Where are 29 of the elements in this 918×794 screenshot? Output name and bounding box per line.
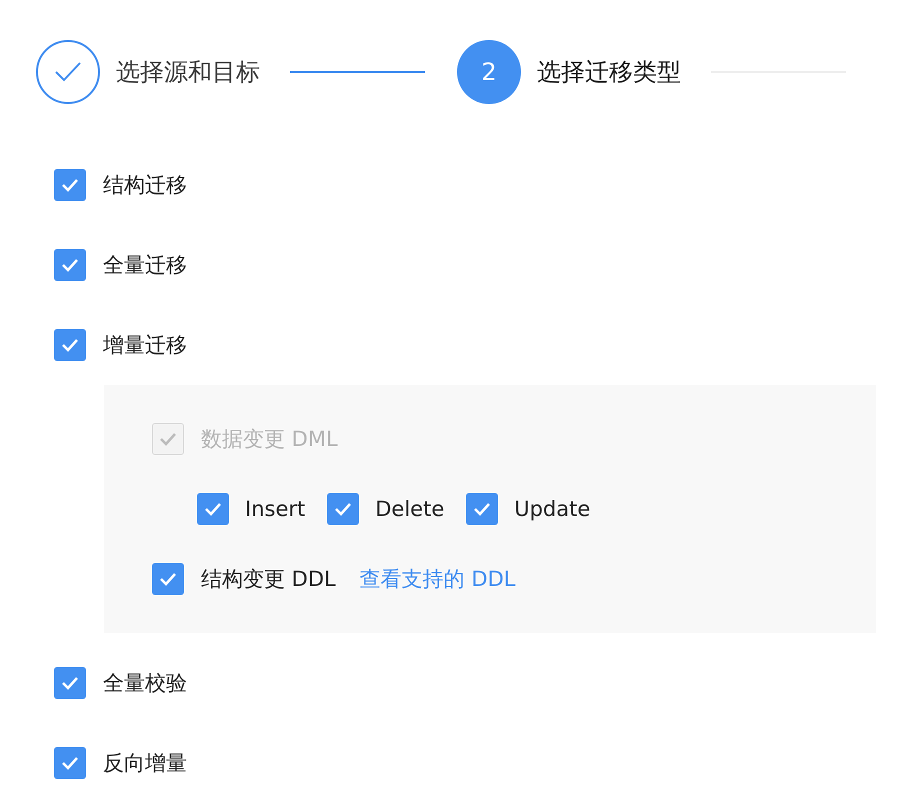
option-label: 全量校验 xyxy=(103,670,187,697)
option-label: 结构变更 DDL xyxy=(201,566,336,593)
check-icon xyxy=(473,502,492,516)
check-icon xyxy=(61,338,79,352)
option-label: Insert xyxy=(245,497,306,521)
step-label: 选择源和目标 xyxy=(116,57,260,88)
check-icon xyxy=(61,258,79,272)
check-icon xyxy=(204,502,222,516)
check-icon xyxy=(159,572,177,586)
check-icon xyxy=(61,676,79,690)
checkbox[interactable] xyxy=(54,667,86,699)
checkbox[interactable] xyxy=(152,563,184,595)
step-number: 2 xyxy=(457,40,521,104)
checkbox[interactable] xyxy=(54,249,86,281)
option-label: 反向增量 xyxy=(103,750,187,777)
checkbox[interactable] xyxy=(54,747,86,779)
option-label: 数据变更 DML xyxy=(201,426,338,453)
checkbox[interactable] xyxy=(54,329,86,361)
ddl-link[interactable]: 查看支持的 DDL xyxy=(360,565,516,593)
check-icon xyxy=(334,502,352,516)
option-label: 结构迁移 xyxy=(103,172,187,199)
option-label: 增量迁移 xyxy=(103,332,187,359)
checkbox[interactable] xyxy=(54,169,86,201)
step-label: 选择迁移类型 xyxy=(537,57,681,88)
option-label: Delete xyxy=(375,497,444,521)
option-label: Update xyxy=(514,497,590,521)
option-label: 全量迁移 xyxy=(103,252,187,279)
check-icon xyxy=(61,756,79,770)
check-icon xyxy=(61,178,79,192)
